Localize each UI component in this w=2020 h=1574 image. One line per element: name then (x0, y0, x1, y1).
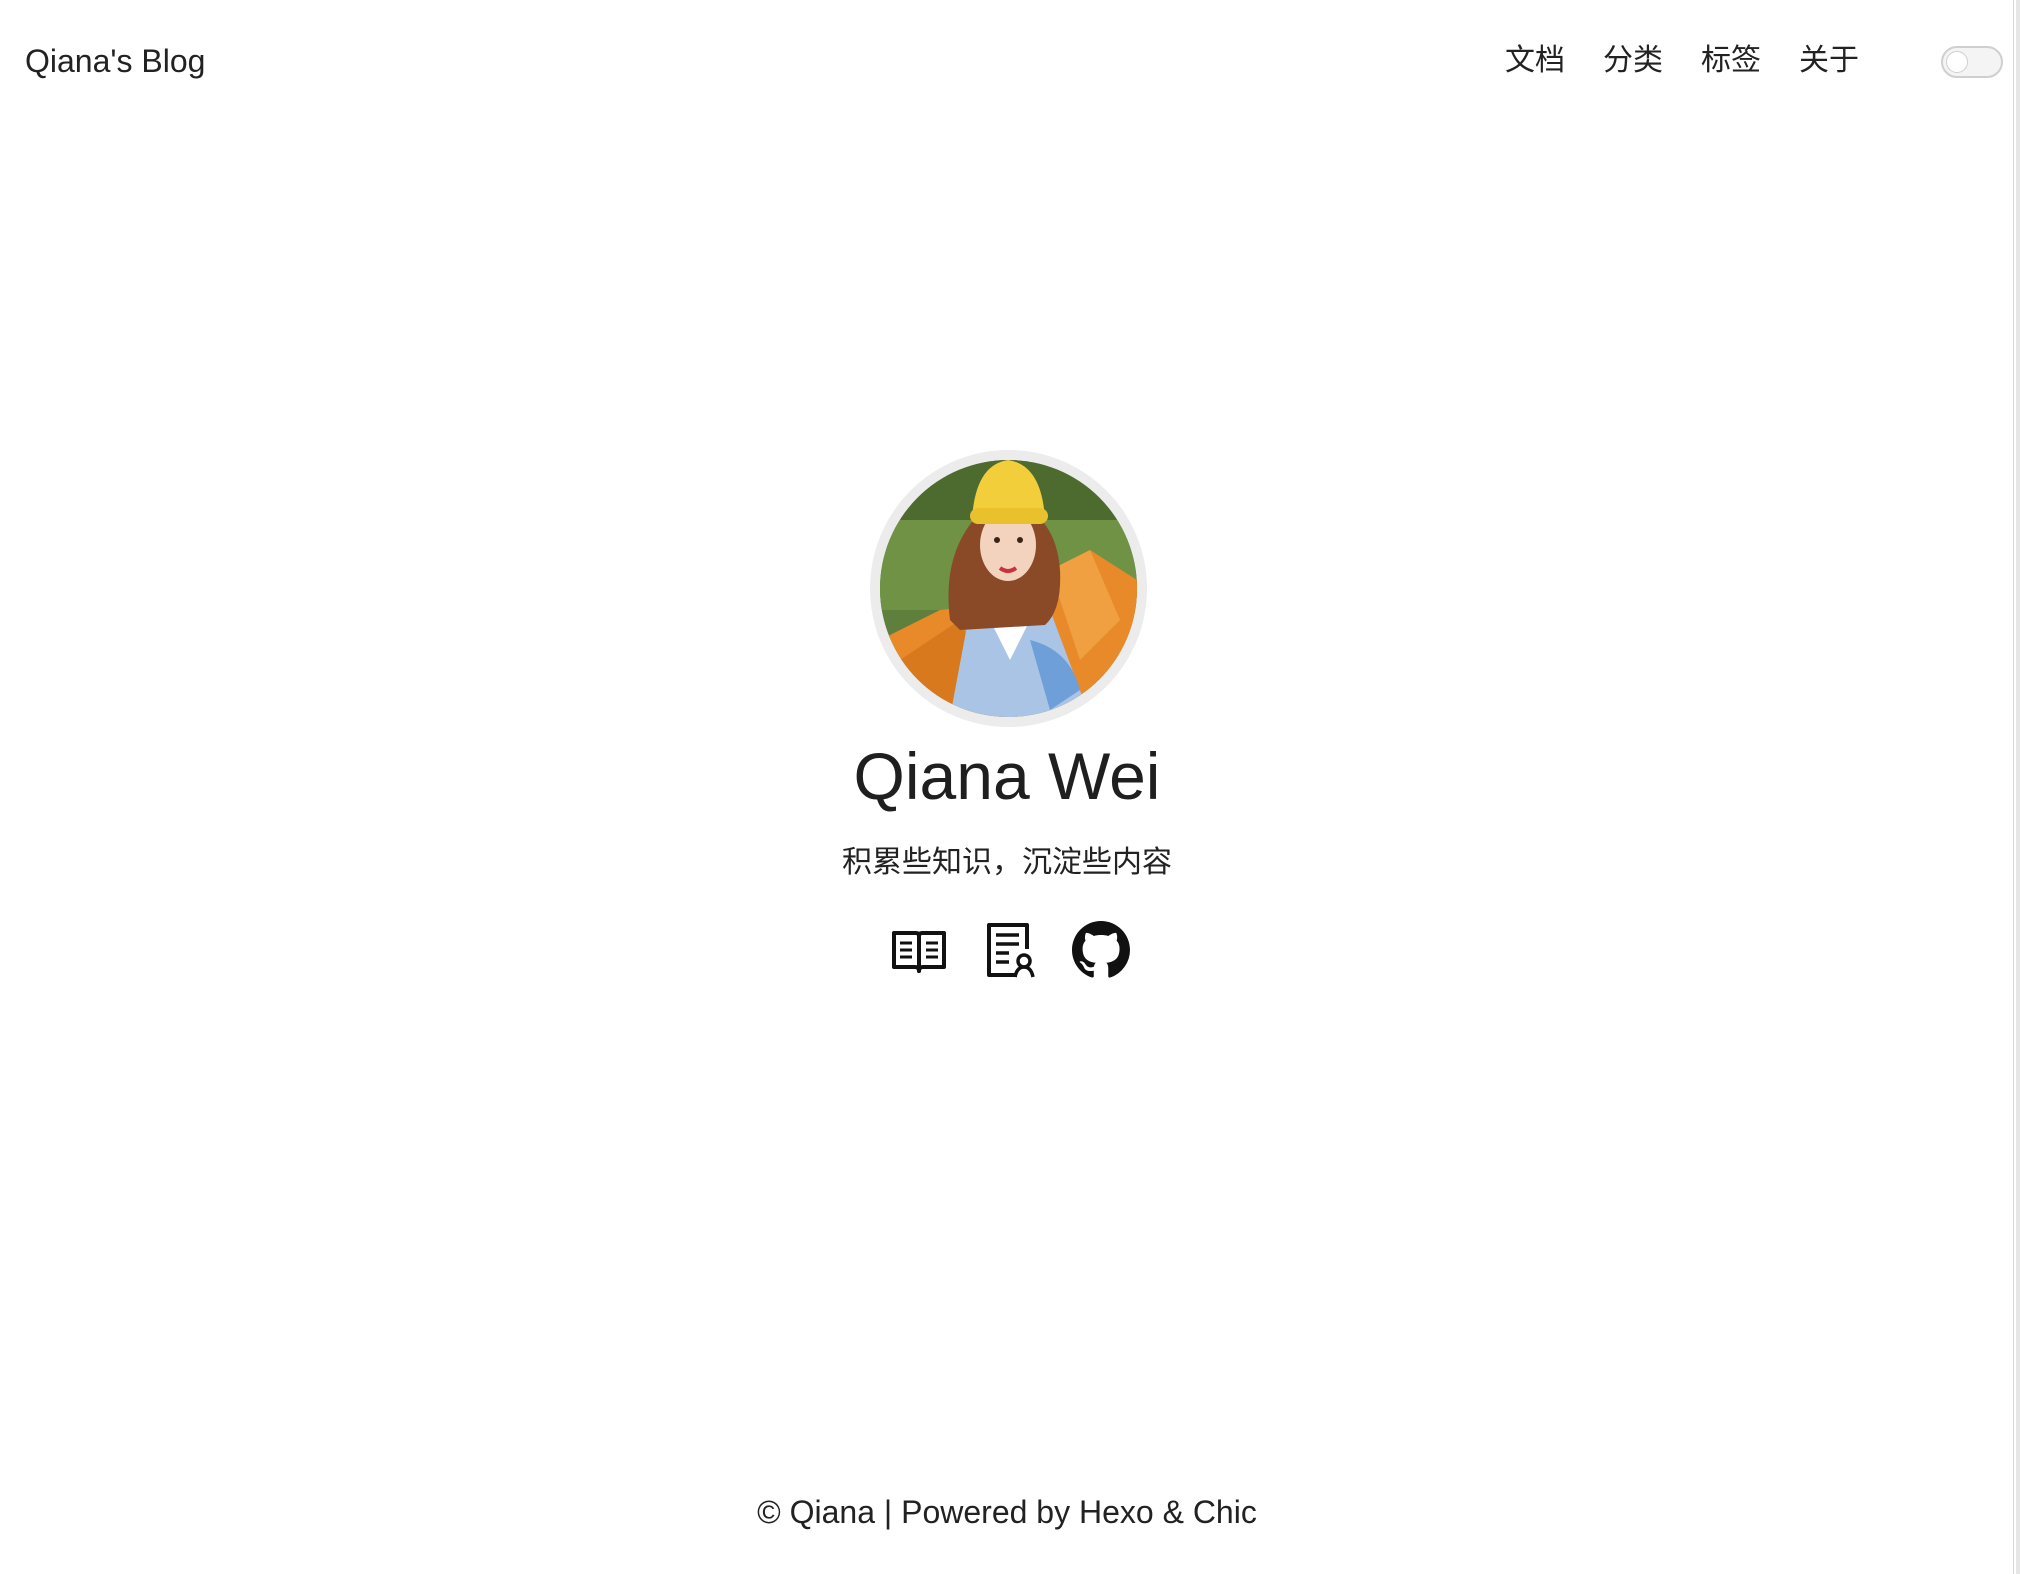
footer-ampersand: & (1162, 1494, 1184, 1530)
footer-hexo-link[interactable]: Hexo (1079, 1494, 1154, 1530)
certificate-icon[interactable] (981, 921, 1039, 979)
social-links (890, 920, 1130, 980)
avatar-ring (870, 450, 1147, 727)
toggle-knob (1946, 51, 1968, 73)
scroll-gutter (2016, 0, 2020, 1574)
footer-chic-link[interactable]: Chic (1193, 1494, 1257, 1530)
nav-item-about[interactable]: 关于 (1799, 40, 1859, 82)
nav-item-categories[interactable]: 分类 (1603, 40, 1663, 82)
avatar-illustration (880, 460, 1137, 717)
top-nav: 文档 分类 标签 关于 (1505, 40, 1859, 82)
site-title-link[interactable]: Qiana's Blog (25, 41, 205, 81)
page: Qiana's Blog 文档 分类 标签 关于 Qiana Wei 积累些知识… (0, 0, 2020, 1574)
book-icon[interactable] (890, 921, 948, 979)
profile-motto: 积累些知识，沉淀些内容 (842, 845, 1172, 880)
nav-item-tags[interactable]: 标签 (1701, 40, 1761, 82)
avatar (880, 460, 1137, 717)
footer-copyright: © Qiana (757, 1494, 876, 1530)
nav-item-docs[interactable]: 文档 (1505, 40, 1565, 82)
profile-name: Qiana Wei (853, 739, 1161, 813)
theme-toggle-switch[interactable] (1941, 46, 2003, 78)
footer: © Qiana | Powered by Hexo & Chic (0, 1491, 2014, 1533)
footer-separator: | (883, 1494, 893, 1530)
github-icon[interactable] (1072, 921, 1130, 979)
footer-powered-by: Powered by (901, 1494, 1071, 1530)
